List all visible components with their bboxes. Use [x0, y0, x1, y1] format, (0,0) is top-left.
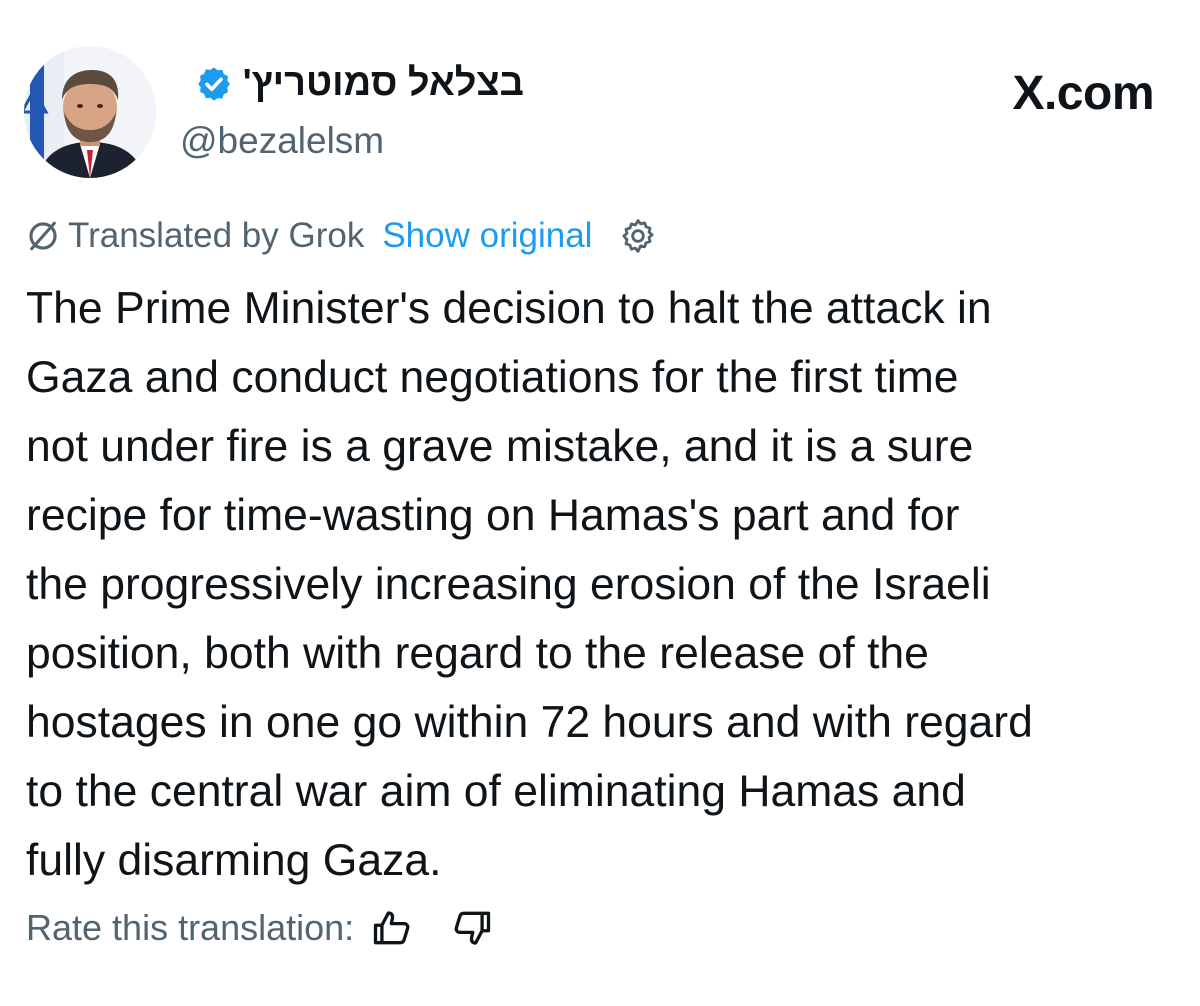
- translated-by-label: Translated by Grok: [68, 216, 365, 255]
- thumbs-up-icon[interactable]: [370, 906, 414, 950]
- translation-bar: Translated by Grok Show original: [26, 216, 658, 256]
- rate-translation-label: Rate this translation:: [26, 907, 355, 948]
- tweet-card: בצלאל סמוטריץ' @bezalelsm X.com Translat…: [0, 0, 1200, 1006]
- tweet-text: The Prime Minister's decision to halt th…: [26, 284, 1033, 885]
- author-name-row[interactable]: בצלאל סמוטריץ': [195, 62, 524, 105]
- settings-gear-icon[interactable]: [618, 216, 658, 256]
- author-handle[interactable]: @bezalelsm: [180, 120, 384, 162]
- show-original-link[interactable]: Show original: [382, 216, 592, 256]
- grok-icon: [26, 219, 60, 253]
- verified-badge-icon: [195, 65, 233, 103]
- avatar[interactable]: [24, 46, 156, 178]
- thumbs-down-icon[interactable]: [450, 906, 494, 950]
- author-display-name[interactable]: בצלאל סמוטריץ': [243, 62, 524, 105]
- avatar-portrait: [24, 46, 156, 178]
- brand-label: X.com: [1012, 67, 1154, 120]
- rate-translation-row: Rate this translation:: [26, 906, 494, 950]
